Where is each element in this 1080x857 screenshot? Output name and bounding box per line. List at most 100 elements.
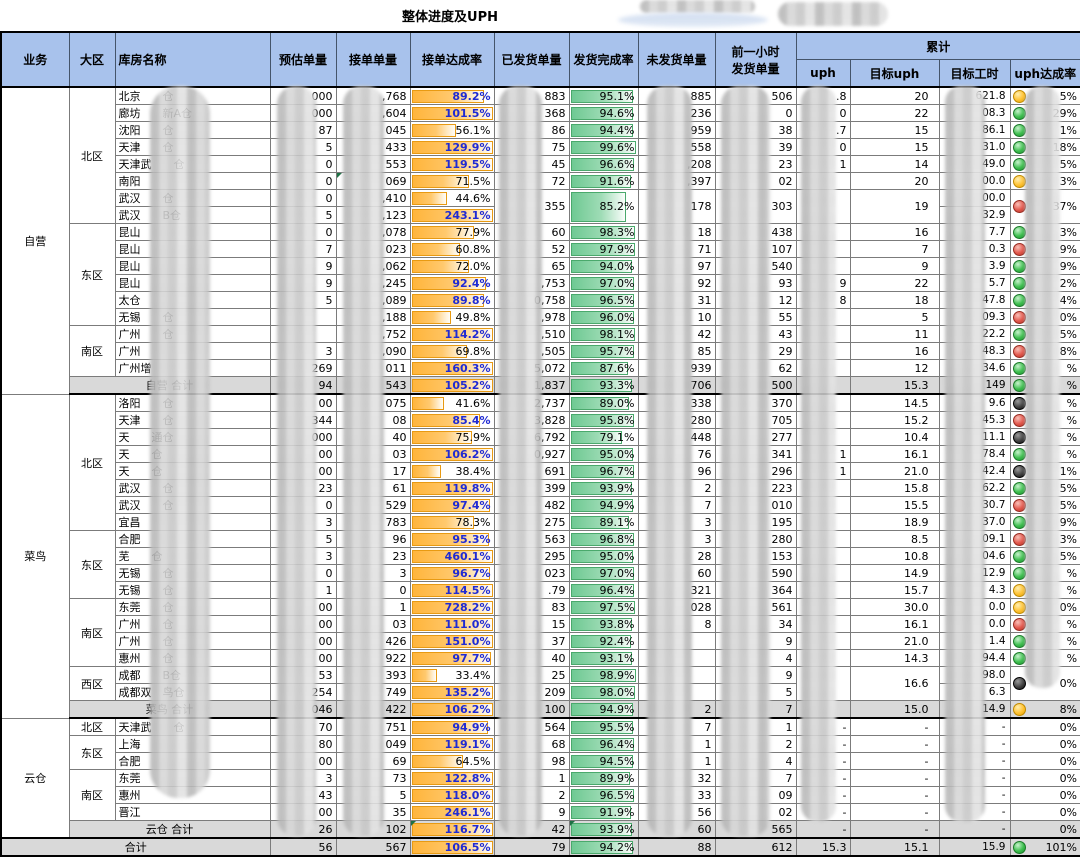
col-accepted: 接单单量 xyxy=(336,32,410,87)
srate-value: 96.5% xyxy=(600,787,635,803)
srate-value: 94.2% xyxy=(600,839,635,855)
cell-target-uph: 15.0 xyxy=(850,701,939,719)
cell-target-uph: 18.9 xyxy=(850,514,939,531)
col-region: 大区 xyxy=(69,32,115,87)
cell-accept-rate: 119.8% xyxy=(410,480,494,497)
cell-ship-rate: 96.7% xyxy=(569,463,638,480)
cell-accept-rate: 89.2% xyxy=(410,87,494,105)
cell-ship-rate: 96.5% xyxy=(569,292,638,309)
redaction-blur xyxy=(150,86,210,798)
cell-accept-rate: 129.9% xyxy=(410,139,494,156)
uph-rate-value: 9% xyxy=(1060,260,1077,273)
cell-target-uph: 14 xyxy=(850,156,939,173)
cell-target-uph: - xyxy=(850,718,939,736)
arate-value: 101.5% xyxy=(445,105,491,121)
cell-ship-rate: 93.1% xyxy=(569,650,638,667)
uph-rate-value: 0% xyxy=(1060,601,1077,614)
arate-value: 97.7% xyxy=(452,650,490,666)
arate-value: 78.3% xyxy=(456,514,491,530)
business-group-label: 云仓 xyxy=(1,718,69,838)
region-group-label: 西区 xyxy=(69,667,115,701)
col-cumulative: 累计 xyxy=(796,32,1080,60)
cell-uph-rate: 0% xyxy=(1010,804,1080,821)
cell-accept-rate: 105.2% xyxy=(410,377,494,395)
srate-value: 96.5% xyxy=(600,292,635,308)
srate-value: 98.9% xyxy=(600,667,635,683)
col-accept-rate: 接单达成率 xyxy=(410,32,494,87)
srate-value: 98.1% xyxy=(600,326,635,342)
cell-target-uph: 30.0 xyxy=(850,599,939,616)
col-shipped: 已发货单量 xyxy=(494,32,569,87)
uph-rate-wrap: 8% xyxy=(1013,703,1078,716)
srate-value: 85.2% xyxy=(600,190,635,223)
yellow-circle-icon xyxy=(1013,175,1026,188)
green-circle-icon xyxy=(1013,635,1026,648)
uph-rate-value: 9% xyxy=(1060,516,1077,529)
region-group-label: 北区 xyxy=(69,87,115,224)
arate-value: 118.0% xyxy=(445,787,491,803)
cell-target-uph: 16 xyxy=(850,224,939,241)
redaction-blur xyxy=(618,13,768,27)
cell-accept-rate: 246.1% xyxy=(410,804,494,821)
uph-rate-value: % xyxy=(1067,618,1077,631)
col-est: 预估单量 xyxy=(270,32,336,87)
arate-value: 77.9% xyxy=(456,224,491,240)
cell-target-uph: - xyxy=(850,736,939,753)
cell-target-uph: - xyxy=(850,821,939,839)
cell-accept-rate: 122.8% xyxy=(410,770,494,787)
srate-value: 95.8% xyxy=(600,412,635,428)
cell-accept-rate: 85.4% xyxy=(410,412,494,429)
arate-value: 116.7% xyxy=(445,821,491,837)
arate-value: 151.0% xyxy=(445,633,491,649)
cell-ship-rate: 94.9% xyxy=(569,497,638,514)
region-group-label: 东区 xyxy=(69,224,115,326)
yellow-circle-icon xyxy=(1013,703,1026,716)
red-circle-icon xyxy=(1013,499,1026,512)
uph-rate-value: 5% xyxy=(1060,158,1077,171)
business-group-label: 菜鸟 xyxy=(1,394,69,718)
cell-ship-rate: 95.8% xyxy=(569,412,638,429)
srate-value: 96.7% xyxy=(600,463,635,479)
srate-value: 96.4% xyxy=(600,582,635,598)
cell-ship-rate: 87.6% xyxy=(569,360,638,377)
cell-ship-rate: 97.0% xyxy=(569,275,638,292)
cell-ship-rate: 79.1% xyxy=(569,429,638,446)
cell-accept-rate: 114.2% xyxy=(410,326,494,343)
arate-value: 246.1% xyxy=(445,804,491,820)
orange-data-bar xyxy=(412,192,447,205)
srate-value: 99.6% xyxy=(600,139,635,155)
green-circle-icon xyxy=(1013,516,1026,529)
uph-rate-value: 0% xyxy=(1060,311,1077,324)
srate-value: 79.1% xyxy=(600,429,635,445)
srate-value: 96.0% xyxy=(600,309,635,325)
srate-value: 95.1% xyxy=(600,88,635,104)
uph-rate-value: 3% xyxy=(1060,175,1077,188)
cell-target-uph: 10.4 xyxy=(850,429,939,446)
cell-target-uph: - xyxy=(850,804,939,821)
yellow-circle-icon xyxy=(1013,90,1026,103)
yellow-circle-icon xyxy=(1013,584,1026,597)
uph-rate-value: 9% xyxy=(1060,243,1077,256)
cell-target-uph: 8.5 xyxy=(850,531,939,548)
redaction-blur xyxy=(499,86,542,836)
uph-rate-wrap: 0% xyxy=(1013,806,1078,819)
arate-value: 95.3% xyxy=(452,531,490,547)
page-title: 整体进度及UPH xyxy=(0,6,900,25)
cell-accept-rate: 69.8% xyxy=(410,343,494,360)
arate-value: 92.4% xyxy=(452,275,490,291)
orange-data-bar xyxy=(412,669,438,682)
cell-accept-rate: 106.2% xyxy=(410,701,494,719)
cell-ship-rate: 89.0% xyxy=(569,394,638,412)
redaction-blur xyxy=(277,86,316,836)
arate-value: 243.1% xyxy=(445,207,491,223)
uph-rate-value: % xyxy=(1067,397,1077,410)
table-header: 业务 大区 库房名称 预估单量 接单单量 接单达成率 已发货单量 发货完成率 未… xyxy=(1,32,1080,87)
cell-accept-rate: 101.5% xyxy=(410,105,494,122)
cell-accept-rate: 96.7% xyxy=(410,565,494,582)
cell-target-uph: 15.5 xyxy=(850,497,939,514)
cell-accept-rate: 119.5% xyxy=(410,156,494,173)
col-uph: uph xyxy=(796,60,850,88)
cell-uph-rate: 0% xyxy=(1010,736,1080,753)
arate-value: 122.8% xyxy=(445,770,491,786)
green-circle-icon xyxy=(1013,260,1026,273)
